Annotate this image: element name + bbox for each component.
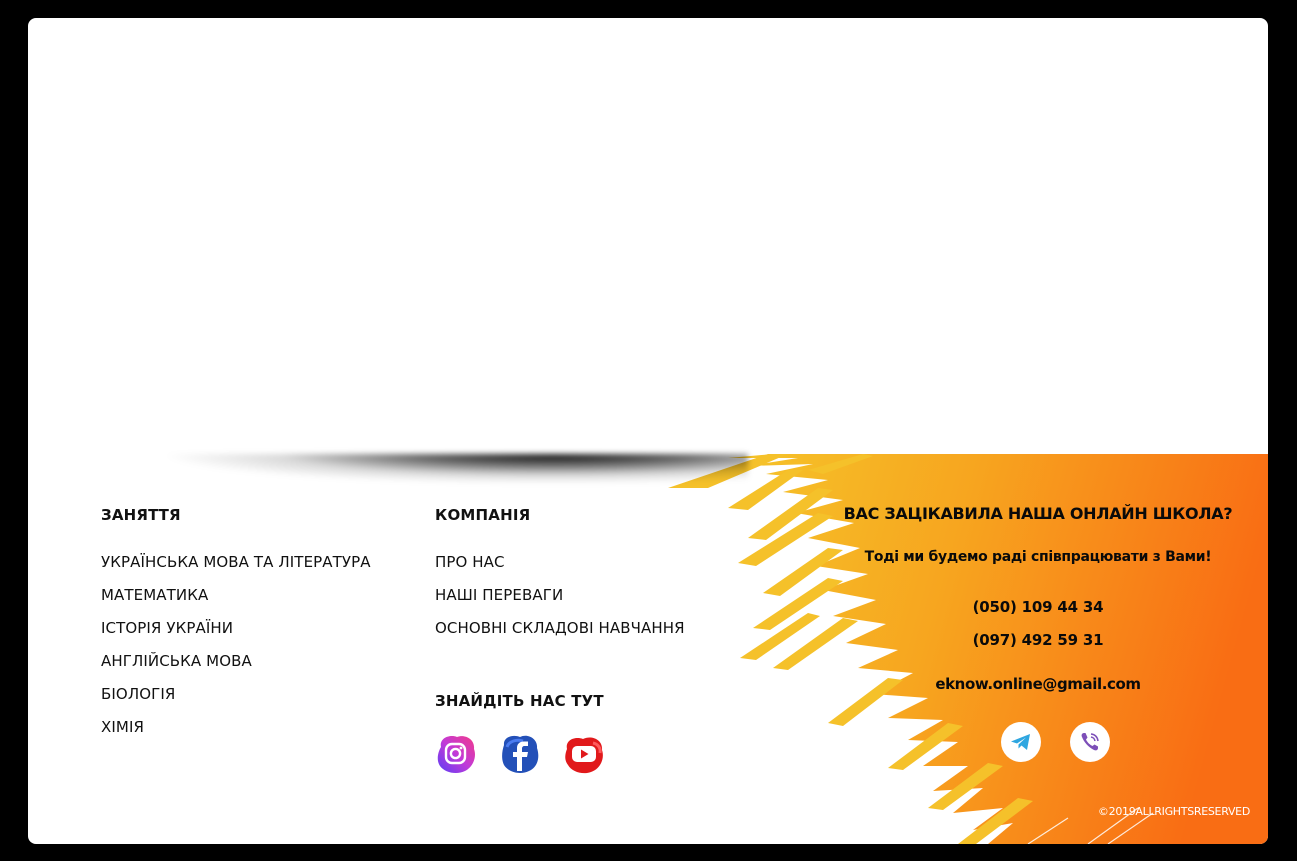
classes-item-english[interactable]: АНГЛІЙСЬКА МОВА (101, 650, 371, 683)
classes-item-chemistry[interactable]: ХІМІЯ (101, 716, 371, 749)
classes-item-math[interactable]: МАТЕМАТИКА (101, 584, 371, 617)
classes-item-history[interactable]: ІСТОРІЯ УКРАЇНИ (101, 617, 371, 650)
footer-card: ЗАНЯТТЯ УКРАЇНСЬКА МОВА ТА ЛІТЕРАТУРА МА… (28, 18, 1268, 844)
classes-list: УКРАЇНСЬКА МОВА ТА ЛІТЕРАТУРА МАТЕМАТИКА… (101, 551, 371, 749)
company-item-components[interactable]: ОСНОВНІ СКЛАДОВІ НАВЧАННЯ (435, 617, 685, 650)
viber-button[interactable] (1070, 722, 1110, 762)
company-item-advantages[interactable]: НАШІ ПЕРЕВАГИ (435, 584, 685, 617)
company-list: ПРО НАС НАШІ ПЕРЕВАГИ ОСНОВНІ СКЛАДОВІ Н… (435, 551, 685, 650)
cta-subtitle: Тоді ми будемо раді співпрацювати з Вами… (864, 549, 1212, 565)
viber-icon (1081, 733, 1099, 751)
copyright-text: ©2019ALLRIGHTSRESERVED (1097, 805, 1250, 818)
phone-link-2[interactable]: (097) 492 59 31 (788, 631, 1268, 649)
classes-item-biology[interactable]: БІОЛОГІЯ (101, 683, 371, 716)
telegram-button[interactable] (1001, 722, 1041, 762)
shadow-streak (98, 454, 748, 504)
cta-title: ВАС ЗАЦІКАВИЛА НАША ОНЛАЙН ШКОЛА? (843, 504, 1233, 523)
email-link[interactable]: eknow.online@gmail.com (788, 675, 1268, 693)
company-title: КОМПАНІЯ (435, 506, 531, 524)
instagram-icon[interactable] (435, 733, 477, 775)
telegram-icon (1011, 734, 1030, 750)
social-links (435, 733, 605, 775)
youtube-icon[interactable] (563, 733, 605, 775)
company-item-about[interactable]: ПРО НАС (435, 551, 685, 584)
facebook-icon[interactable] (499, 733, 541, 775)
find-us-title: ЗНАЙДІТЬ НАС ТУТ (435, 692, 604, 710)
classes-title: ЗАНЯТТЯ (101, 506, 181, 524)
phone-link-1[interactable]: (050) 109 44 34 (788, 598, 1268, 616)
classes-item-ukrainian[interactable]: УКРАЇНСЬКА МОВА ТА ЛІТЕРАТУРА (101, 551, 371, 584)
